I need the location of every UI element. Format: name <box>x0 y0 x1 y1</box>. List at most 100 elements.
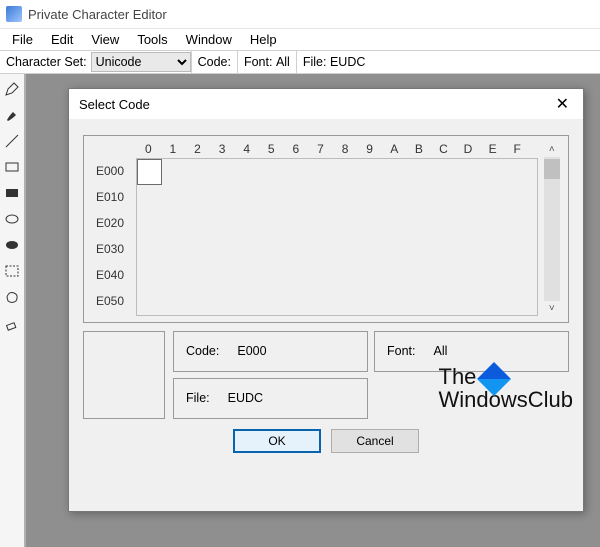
scroll-up-icon[interactable]: ˄ <box>549 142 555 157</box>
code-cell[interactable] <box>187 159 212 185</box>
code-cell[interactable] <box>312 211 337 237</box>
code-cell[interactable] <box>437 289 462 315</box>
code-cell[interactable] <box>312 237 337 263</box>
code-cell[interactable] <box>237 185 262 211</box>
code-cell[interactable] <box>462 185 487 211</box>
code-cell[interactable] <box>337 211 362 237</box>
ellipse-fill-icon[interactable] <box>3 236 21 254</box>
code-cell[interactable] <box>362 237 387 263</box>
code-cell[interactable] <box>262 185 287 211</box>
pencil-icon[interactable] <box>3 80 21 98</box>
code-cell[interactable] <box>337 237 362 263</box>
code-cell[interactable] <box>412 211 437 237</box>
code-cell[interactable] <box>212 211 237 237</box>
code-cell[interactable] <box>487 237 512 263</box>
code-cell[interactable] <box>362 263 387 289</box>
code-cell[interactable] <box>362 289 387 315</box>
code-cell[interactable] <box>362 185 387 211</box>
line-icon[interactable] <box>3 132 21 150</box>
code-cell[interactable] <box>187 211 212 237</box>
code-cell[interactable] <box>137 185 162 211</box>
menu-help[interactable]: Help <box>242 30 285 49</box>
code-cell[interactable] <box>162 159 187 185</box>
code-cell[interactable] <box>337 159 362 185</box>
code-cell[interactable] <box>512 289 537 315</box>
code-cell[interactable] <box>487 159 512 185</box>
close-icon[interactable]: ✕ <box>552 94 573 114</box>
code-cell[interactable] <box>412 237 437 263</box>
code-cell[interactable] <box>212 289 237 315</box>
code-cell[interactable] <box>162 263 187 289</box>
code-cell[interactable] <box>287 211 312 237</box>
select-free-icon[interactable] <box>3 288 21 306</box>
code-cell[interactable] <box>262 237 287 263</box>
menu-view[interactable]: View <box>83 30 127 49</box>
code-cell[interactable] <box>487 185 512 211</box>
code-cell[interactable] <box>487 263 512 289</box>
code-cell[interactable] <box>412 159 437 185</box>
code-cell[interactable] <box>287 289 312 315</box>
code-cell[interactable] <box>312 289 337 315</box>
menu-edit[interactable]: Edit <box>43 30 81 49</box>
code-cell[interactable] <box>187 237 212 263</box>
cancel-button[interactable]: Cancel <box>331 429 419 453</box>
code-cell[interactable] <box>212 159 237 185</box>
code-cell[interactable] <box>462 211 487 237</box>
code-cell[interactable] <box>162 289 187 315</box>
code-grid[interactable] <box>136 158 538 316</box>
code-cell[interactable] <box>437 263 462 289</box>
code-cell[interactable] <box>462 237 487 263</box>
code-cell[interactable] <box>262 263 287 289</box>
code-cell[interactable] <box>287 159 312 185</box>
code-cell[interactable] <box>387 159 412 185</box>
code-cell[interactable] <box>187 289 212 315</box>
code-cell[interactable] <box>287 263 312 289</box>
menu-file[interactable]: File <box>4 30 41 49</box>
code-cell[interactable] <box>512 185 537 211</box>
code-cell[interactable] <box>387 237 412 263</box>
code-cell[interactable] <box>262 211 287 237</box>
ok-button[interactable]: OK <box>233 429 321 453</box>
code-cell[interactable] <box>462 263 487 289</box>
code-cell[interactable] <box>237 211 262 237</box>
code-cell[interactable] <box>337 289 362 315</box>
code-cell[interactable] <box>187 185 212 211</box>
code-cell[interactable] <box>137 263 162 289</box>
code-cell[interactable] <box>162 185 187 211</box>
code-cell[interactable] <box>462 289 487 315</box>
code-cell[interactable] <box>387 289 412 315</box>
code-cell[interactable] <box>512 211 537 237</box>
code-cell[interactable] <box>512 237 537 263</box>
code-cell[interactable] <box>237 237 262 263</box>
code-cell[interactable] <box>312 263 337 289</box>
menu-tools[interactable]: Tools <box>129 30 175 49</box>
code-cell[interactable] <box>412 289 437 315</box>
code-cell[interactable] <box>212 263 237 289</box>
grid-scrollbar[interactable]: ˄ ˅ <box>544 142 561 316</box>
scroll-thumb[interactable] <box>544 159 560 179</box>
code-cell[interactable] <box>312 185 337 211</box>
code-cell[interactable] <box>412 185 437 211</box>
code-cell[interactable] <box>162 237 187 263</box>
code-cell[interactable] <box>137 211 162 237</box>
charset-select[interactable]: Unicode <box>91 52 191 72</box>
select-rect-icon[interactable] <box>3 262 21 280</box>
code-cell[interactable] <box>137 289 162 315</box>
code-cell[interactable] <box>237 159 262 185</box>
code-cell[interactable] <box>362 159 387 185</box>
code-cell[interactable] <box>287 185 312 211</box>
code-cell[interactable] <box>437 159 462 185</box>
code-cell[interactable] <box>237 289 262 315</box>
code-cell[interactable] <box>412 263 437 289</box>
code-cell[interactable] <box>387 185 412 211</box>
code-cell[interactable] <box>512 159 537 185</box>
menu-window[interactable]: Window <box>178 30 240 49</box>
code-cell[interactable] <box>437 211 462 237</box>
code-cell[interactable] <box>437 185 462 211</box>
scroll-down-icon[interactable]: ˅ <box>549 301 555 316</box>
brush-icon[interactable] <box>3 106 21 124</box>
code-cell[interactable] <box>137 159 162 185</box>
dialog-titlebar[interactable]: Select Code ✕ <box>69 89 583 119</box>
code-cell[interactable] <box>337 263 362 289</box>
code-cell[interactable] <box>337 185 362 211</box>
